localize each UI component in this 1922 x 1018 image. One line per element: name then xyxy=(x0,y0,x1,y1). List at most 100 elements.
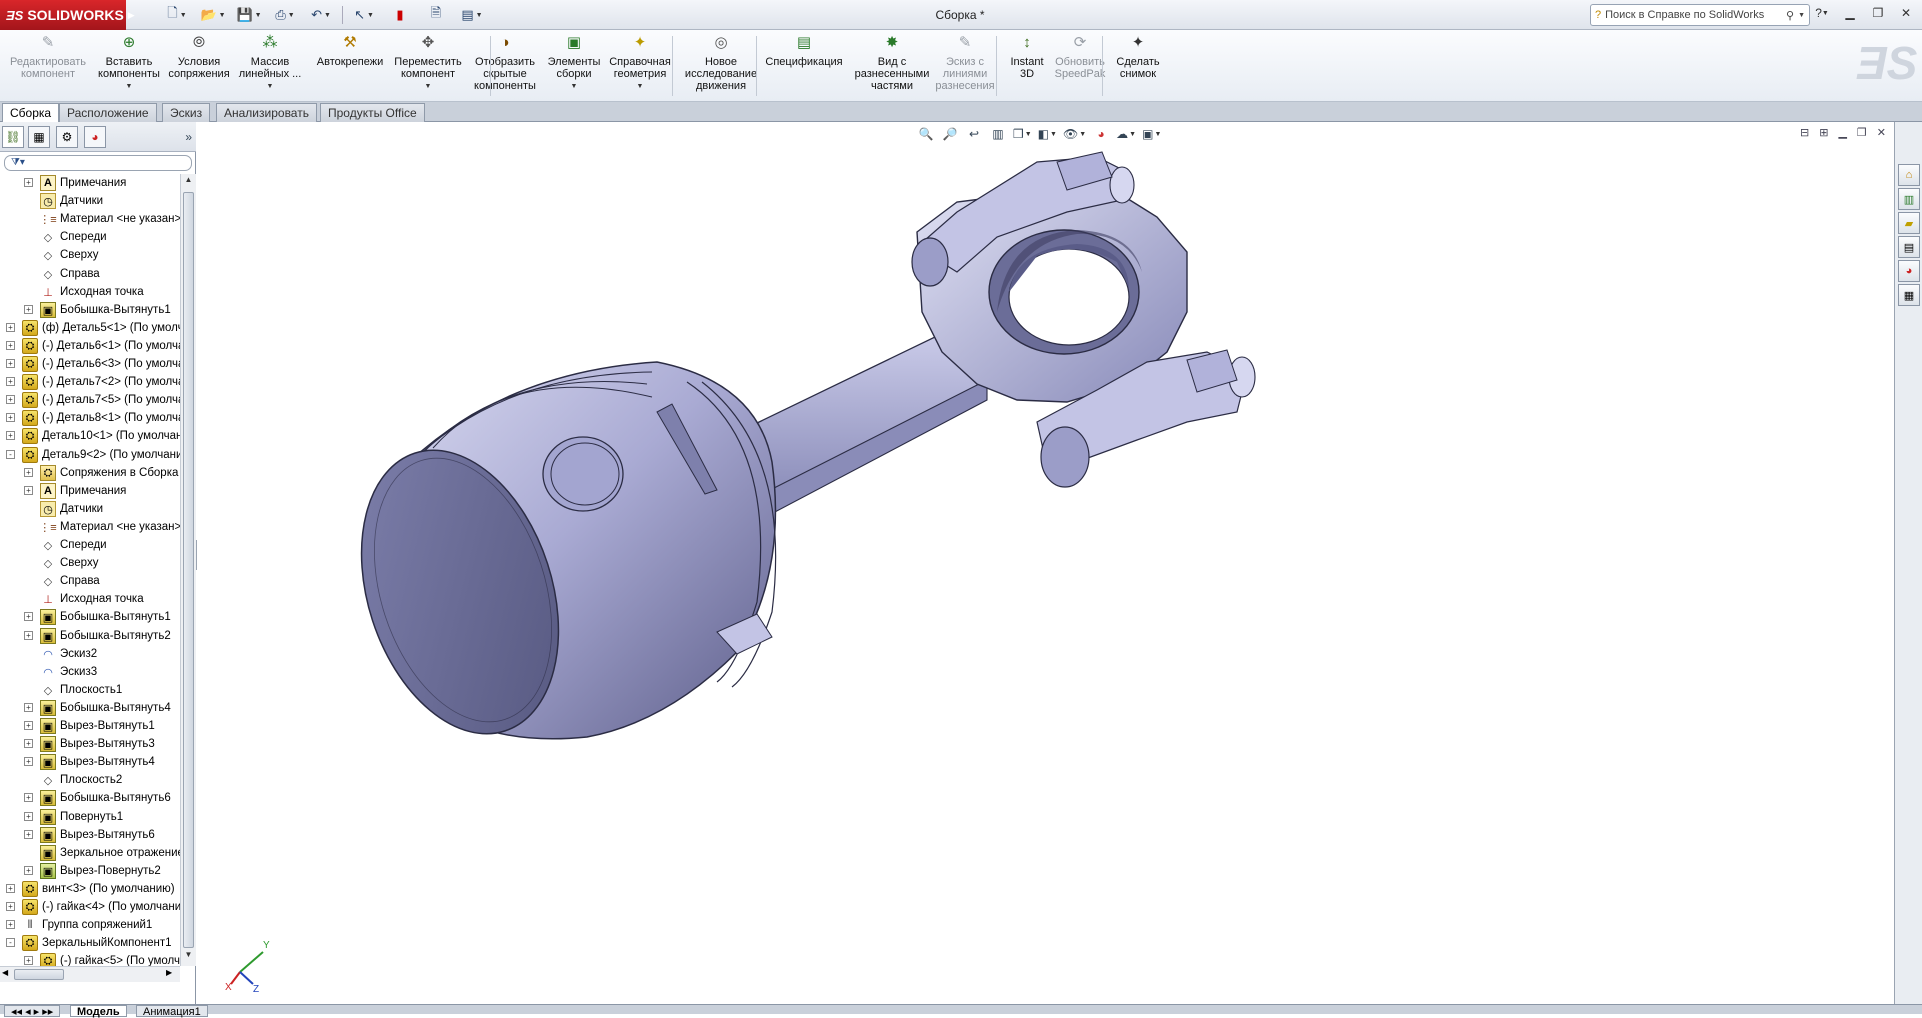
tree-filter-input[interactable]: ⧩▾ xyxy=(4,155,192,171)
cmd-smart-fasteners-button[interactable]: ⚒ Автокрепежи xyxy=(314,33,386,99)
tree-item[interactable]: ◷ Датчики xyxy=(0,192,180,210)
tree-item[interactable]: + ▣ Вырез-Вытянуть3 xyxy=(0,735,180,753)
expand-icon[interactable]: + xyxy=(6,323,15,332)
cmd-mate-button[interactable]: ⦾ Условия сопряжения xyxy=(168,33,230,99)
cmd-snapshot-button[interactable]: ✦ Сделать снимок xyxy=(1108,33,1168,99)
tree-item[interactable]: ◇ Справа xyxy=(0,572,180,590)
expand-panel-icon[interactable]: » xyxy=(185,130,192,144)
chevron-down-icon[interactable]: ▼ xyxy=(267,81,274,93)
tree-item[interactable]: ◇ Спереди xyxy=(0,228,180,246)
expand-icon[interactable]: + xyxy=(6,902,15,911)
scrollbar-thumb[interactable] xyxy=(14,969,64,980)
scrollbar-thumb[interactable] xyxy=(183,192,194,948)
search-icon[interactable]: ⚲ xyxy=(1786,9,1794,22)
tree-item[interactable]: + ▣ Вырез-Вытянуть1 xyxy=(0,717,180,735)
minimize-button[interactable]: ▁ xyxy=(1840,4,1860,22)
tree-item[interactable]: ◇ Плоскость1 xyxy=(0,681,180,699)
expand-icon[interactable]: + xyxy=(6,359,15,368)
scroll-up-icon[interactable]: ▲ xyxy=(183,175,194,189)
cmd-instant3d-button[interactable]: ↕ Instant 3D xyxy=(1002,33,1052,99)
tree-item[interactable]: + ▣ Повернуть1 xyxy=(0,808,180,826)
expand-icon[interactable]: + xyxy=(24,178,33,187)
scroll-down-icon[interactable]: ▼ xyxy=(183,950,194,964)
tree-item[interactable]: ▣ Зеркальное отражение1 xyxy=(0,844,180,862)
options-button[interactable]: ▤ ▼ xyxy=(455,4,489,26)
tab-office-products[interactable]: Продукты Office xyxy=(320,103,425,122)
property-manager-tab[interactable]: ▦ xyxy=(28,126,50,148)
tree-item[interactable]: + ▣ Бобышка-Вытянуть1 xyxy=(0,608,180,626)
tree-item[interactable]: + ▣ Вырез-Повернуть2 xyxy=(0,862,180,880)
expand-icon[interactable]: + xyxy=(24,612,33,621)
expand-icon[interactable]: + xyxy=(24,486,33,495)
cmd-explode-line-sketch-button[interactable]: ✎ Эскиз с линиями разнесения xyxy=(930,33,1000,99)
new-document-button[interactable]: 🗋 ▼ xyxy=(160,4,194,26)
tree-item[interactable]: ◇ Сверху xyxy=(0,554,180,572)
cmd-edit-component-button[interactable]: ✎ Редактировать компонент xyxy=(8,33,88,99)
tab-evaluate[interactable]: Анализировать xyxy=(216,103,317,122)
tab-model[interactable]: Модель xyxy=(70,1005,127,1018)
cmd-show-hidden-button[interactable]: ◑ Отобразить скрытые компоненты xyxy=(470,33,540,99)
solidworks-logo[interactable]: ƎS SOLIDWORKS ▶ xyxy=(0,0,135,30)
tree-item[interactable]: ◇ Спереди xyxy=(0,536,180,554)
feature-manager-tab[interactable]: ⛓ xyxy=(2,126,24,148)
tab-sketch[interactable]: Эскиз xyxy=(162,103,211,122)
save-button[interactable]: 💾 ▼ xyxy=(232,4,266,26)
scroll-right-icon[interactable]: ▶ xyxy=(166,968,172,977)
cmd-insert-components-button[interactable]: ⊕ Вставить компоненты ▼ xyxy=(96,33,162,99)
tree-item[interactable]: + ⛭ (-) Деталь6<3> (По умолчанию) xyxy=(0,355,180,373)
expand-icon[interactable]: + xyxy=(6,431,15,440)
tab-animation1[interactable]: Анимация1 xyxy=(136,1005,208,1018)
expand-icon[interactable]: + xyxy=(6,413,15,422)
tree-item[interactable]: + ▣ Вырез-Вытянуть4 xyxy=(0,753,180,771)
tree-item[interactable]: ◠ Эскиз2 xyxy=(0,645,180,663)
expand-icon[interactable]: + xyxy=(24,812,33,821)
cmd-move-component-button[interactable]: ✥ Переместить компонент ▼ xyxy=(392,33,464,99)
tree-item[interactable]: ◷ Датчики xyxy=(0,500,180,518)
cmd-linear-pattern-button[interactable]: ⁂ Массив линейных ... ▼ xyxy=(234,33,306,99)
expand-icon[interactable]: + xyxy=(24,305,33,314)
tree-item[interactable]: + A Примечания xyxy=(0,174,180,192)
select-button[interactable]: ↖ ▼ xyxy=(347,4,381,26)
cmd-motion-study-button[interactable]: ◎ Новое исследование движения xyxy=(680,33,762,99)
tree-item[interactable]: + ▣ Вырез-Вытянуть6 xyxy=(0,826,180,844)
scroll-left-icon[interactable]: ◀ xyxy=(2,968,8,977)
tree-item[interactable]: + ▣ Бобышка-Вытянуть2 xyxy=(0,627,180,645)
tab-layout[interactable]: Расположение xyxy=(59,103,157,122)
expand-icon[interactable]: + xyxy=(6,341,15,350)
tree-item[interactable]: + ⛭ (-) гайка<5> (По умолчанию) xyxy=(0,952,180,966)
collapse-icon[interactable]: - xyxy=(6,938,15,947)
chevron-down-icon[interactable]: ▼ xyxy=(126,81,133,93)
tree-item[interactable]: + ⛭ винт<3> (По умолчанию) xyxy=(0,880,180,898)
help-button[interactable]: ? ▼ xyxy=(1812,4,1832,22)
chevron-down-icon[interactable]: ▼ xyxy=(637,81,644,93)
tab-assembly[interactable]: Сборка xyxy=(2,103,60,122)
cmd-assembly-features-button[interactable]: ▣ Элементы сборки ▼ xyxy=(546,33,602,99)
tree-item[interactable]: + ⛭ (-) Деталь7<5> (По умолчанию) xyxy=(0,391,180,409)
tree-item[interactable]: ⋮≡ Материал <не указан> xyxy=(0,210,180,228)
expand-icon[interactable]: + xyxy=(6,377,15,386)
tree-item[interactable]: ◠ Эскиз3 xyxy=(0,663,180,681)
file-explorer-button[interactable]: ▰ xyxy=(1898,212,1920,234)
tree-item[interactable]: + ⛭ (-) Деталь7<2> (По умолчанию) xyxy=(0,373,180,391)
tree-item[interactable]: ◇ Плоскость2 xyxy=(0,771,180,789)
tree-item[interactable]: - ⛭ ЗеркальныйКомпонент1 xyxy=(0,934,180,952)
help-search-input[interactable]: ? Поиск в Справке по SolidWorks ⚲ ▼ xyxy=(1590,4,1810,26)
open-button[interactable]: 📂 ▼ xyxy=(196,4,230,26)
expand-icon[interactable]: + xyxy=(6,395,15,404)
bottom-nav-arrows[interactable]: ◂◂ ◂ ▸ ▸▸ xyxy=(4,1005,61,1018)
expand-icon[interactable]: + xyxy=(24,757,33,766)
custom-properties-button[interactable]: ▦ xyxy=(1898,284,1920,306)
expand-icon[interactable]: + xyxy=(24,793,33,802)
configuration-manager-tab[interactable]: ⚙ xyxy=(56,126,78,148)
tree-item[interactable]: + ▣ Бобышка-Вытянуть4 xyxy=(0,699,180,717)
file-properties-button[interactable]: 🗎 xyxy=(419,4,453,26)
solidworks-resources-button[interactable]: ⌂ xyxy=(1898,164,1920,186)
tree-item[interactable]: + ⛭ (ф) Деталь5<1> (По умолчанию) xyxy=(0,319,180,337)
tree-vertical-scrollbar[interactable]: ▲ ▼ xyxy=(180,174,196,966)
rebuild-button[interactable]: ▮ xyxy=(383,4,417,26)
tree-item[interactable]: + ⛭ Деталь10<1> (По умолчанию) xyxy=(0,427,180,445)
expand-icon[interactable]: + xyxy=(24,631,33,640)
expand-icon[interactable]: + xyxy=(24,956,33,965)
tree-item[interactable]: + ⛭ (-) Деталь6<1> (По умолчанию) xyxy=(0,337,180,355)
expand-icon[interactable]: + xyxy=(6,884,15,893)
